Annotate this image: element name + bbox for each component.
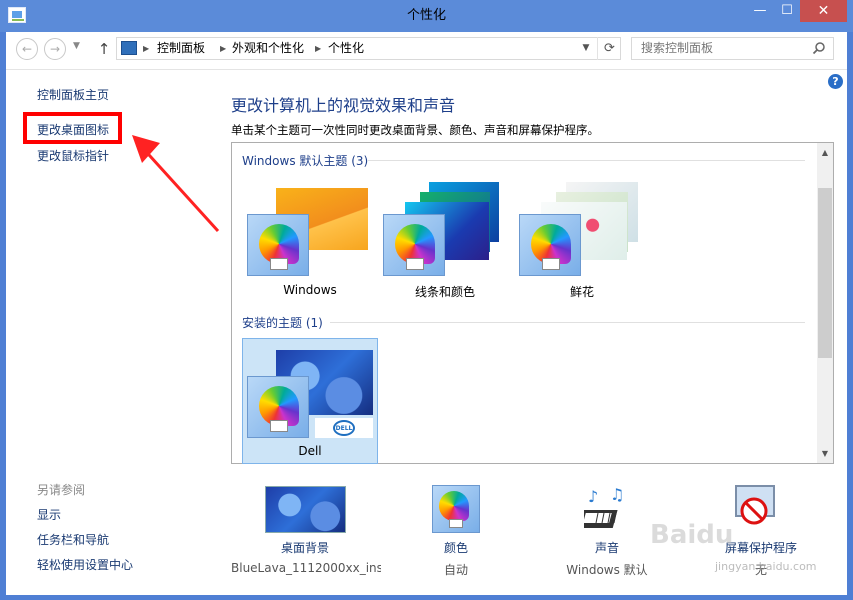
- search-icon[interactable]: [812, 41, 826, 55]
- minimize-button[interactable]: —: [746, 0, 774, 22]
- group-divider: [368, 160, 805, 161]
- color-fan-base: [542, 258, 560, 270]
- close-button[interactable]: ✕: [800, 0, 847, 22]
- breadcrumb-control-panel[interactable]: 控制面板: [157, 37, 205, 60]
- recent-locations-button[interactable]: ▼: [73, 41, 80, 51]
- color-fan-base: [449, 519, 463, 528]
- search-input[interactable]: 搜索控制面板: [631, 37, 834, 60]
- sound-icon[interactable]: ♪ ♫: [584, 486, 632, 534]
- breadcrumb-separator-icon[interactable]: ▶: [315, 37, 321, 60]
- page-description: 单击某个主题可一次性同时更改桌面背景、颜色、声音和屏幕保护程序。: [231, 123, 599, 137]
- watermark-url: jingyan.baidu.com: [715, 560, 817, 573]
- color-value: 自动: [443, 563, 468, 577]
- refresh-button[interactable]: ⟳: [597, 37, 621, 60]
- annotation-highlight-box: [23, 112, 122, 144]
- sound-value: Windows 默认: [566, 563, 648, 577]
- screensaver-icon[interactable]: [732, 484, 778, 532]
- see-also-taskbar-navigation[interactable]: 任务栏和导航: [37, 531, 109, 548]
- see-also-display[interactable]: 显示: [37, 506, 61, 523]
- sidebar-item-control-panel-home[interactable]: 控制面板主页: [37, 86, 109, 103]
- theme-label-windows[interactable]: Windows: [262, 283, 358, 297]
- see-also-heading: 另请参阅: [37, 483, 86, 497]
- address-dropdown-icon[interactable]: ▼: [576, 37, 596, 60]
- color-link[interactable]: 颜色: [416, 539, 496, 556]
- annotation-arrow: [132, 135, 220, 233]
- theme-label-flowers[interactable]: 鲜花: [532, 283, 632, 300]
- sound-link[interactable]: 声音: [567, 539, 647, 556]
- up-button[interactable]: ↑: [94, 38, 114, 60]
- theme-color-swatch[interactable]: [247, 376, 309, 438]
- color-fan-base: [270, 258, 288, 270]
- maximize-button[interactable]: ☐: [774, 0, 800, 22]
- watermark: Baidu: [650, 520, 734, 550]
- group-title-installed-themes: 安装的主题 (1): [242, 316, 323, 330]
- theme-label-lines-and-colors[interactable]: 线条和颜色: [395, 283, 495, 300]
- back-button[interactable]: ←: [16, 38, 38, 60]
- color-fan-base: [270, 420, 288, 432]
- breadcrumb-appearance[interactable]: 外观和个性化: [232, 37, 304, 60]
- desktop-background-value: BlueLava_1112000xx_ins...: [231, 561, 381, 575]
- window-title: 个性化: [406, 8, 446, 23]
- color-thumbnail[interactable]: [432, 485, 480, 533]
- desktop-background-thumbnail[interactable]: [265, 486, 346, 533]
- breadcrumb-personalization[interactable]: 个性化: [328, 37, 364, 60]
- control-panel-icon: [121, 41, 137, 55]
- svg-text:♪: ♪: [588, 487, 598, 506]
- group-divider: [330, 322, 805, 323]
- breadcrumb-separator-icon[interactable]: ▶: [143, 37, 149, 60]
- scroll-down-icon[interactable]: ▼: [817, 446, 833, 462]
- scroll-up-icon[interactable]: ▲: [817, 145, 833, 161]
- svg-text:♫: ♫: [610, 486, 624, 504]
- sidebar-item-change-mouse-pointers[interactable]: 更改鼠标指针: [37, 147, 109, 164]
- help-icon[interactable]: ?: [828, 74, 843, 89]
- see-also-ease-of-access[interactable]: 轻松使用设置中心: [37, 556, 133, 573]
- color-fan-icon: [439, 491, 469, 521]
- theme-color-swatch[interactable]: [519, 214, 581, 276]
- theme-color-swatch[interactable]: [247, 214, 309, 276]
- color-fan-base: [406, 258, 424, 270]
- page-title: 更改计算机上的视觉效果和声音: [231, 96, 456, 115]
- theme-label-dell[interactable]: Dell: [262, 444, 358, 458]
- dell-logo: DELL: [333, 420, 355, 436]
- theme-color-swatch[interactable]: [383, 214, 445, 276]
- desktop-background-link[interactable]: 桌面背景: [230, 539, 380, 556]
- scrollbar-thumb[interactable]: [818, 188, 832, 358]
- breadcrumb-separator-icon[interactable]: ▶: [220, 37, 226, 60]
- group-title-default-themes: Windows 默认主题 (3): [242, 154, 369, 168]
- forward-button[interactable]: →: [44, 38, 66, 60]
